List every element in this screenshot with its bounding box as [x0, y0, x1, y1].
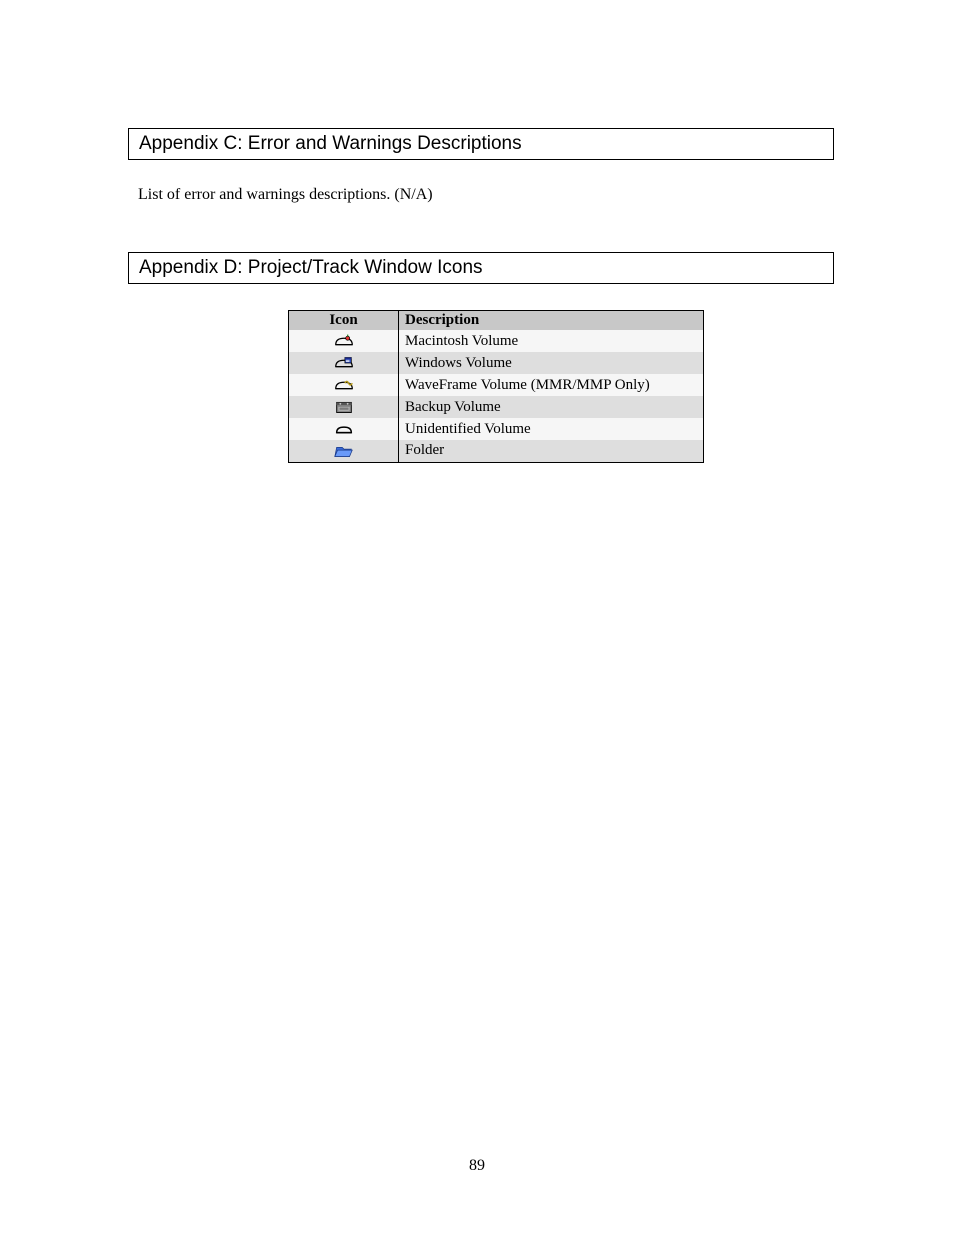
table-row: Backup Volume [289, 396, 704, 418]
appendix-d-heading: Appendix D: Project/Track Window Icons [128, 252, 834, 284]
table-row: Macintosh Volume [289, 330, 704, 352]
appendix-c-heading: Appendix C: Error and Warnings Descripti… [128, 128, 834, 160]
appendix-c-body-text: List of error and warnings descriptions.… [138, 186, 834, 204]
backup-volume-icon [333, 399, 355, 415]
table-header-icon: Icon [289, 311, 399, 331]
windows-volume-icon [333, 355, 355, 371]
table-cell-description: Backup Volume [399, 396, 704, 418]
table-row: Unidentified Volume [289, 418, 704, 440]
table-row: WaveFrame Volume (MMR/MMP Only) [289, 374, 704, 396]
table-row: Folder [289, 440, 704, 462]
table-cell-description: Unidentified Volume [399, 418, 704, 440]
waveframe-volume-icon [333, 377, 355, 393]
folder-icon [333, 442, 355, 458]
table-header-description: Description [399, 311, 704, 331]
icons-table: Icon Description [288, 310, 704, 463]
unidentified-volume-icon [333, 421, 355, 437]
page-number: 89 [0, 1157, 954, 1175]
macintosh-volume-icon [333, 333, 355, 349]
table-cell-description: Windows Volume [399, 352, 704, 374]
table-row: Windows Volume [289, 352, 704, 374]
table-cell-description: Folder [399, 440, 704, 462]
table-cell-description: Macintosh Volume [399, 330, 704, 352]
table-cell-description: WaveFrame Volume (MMR/MMP Only) [399, 374, 704, 396]
